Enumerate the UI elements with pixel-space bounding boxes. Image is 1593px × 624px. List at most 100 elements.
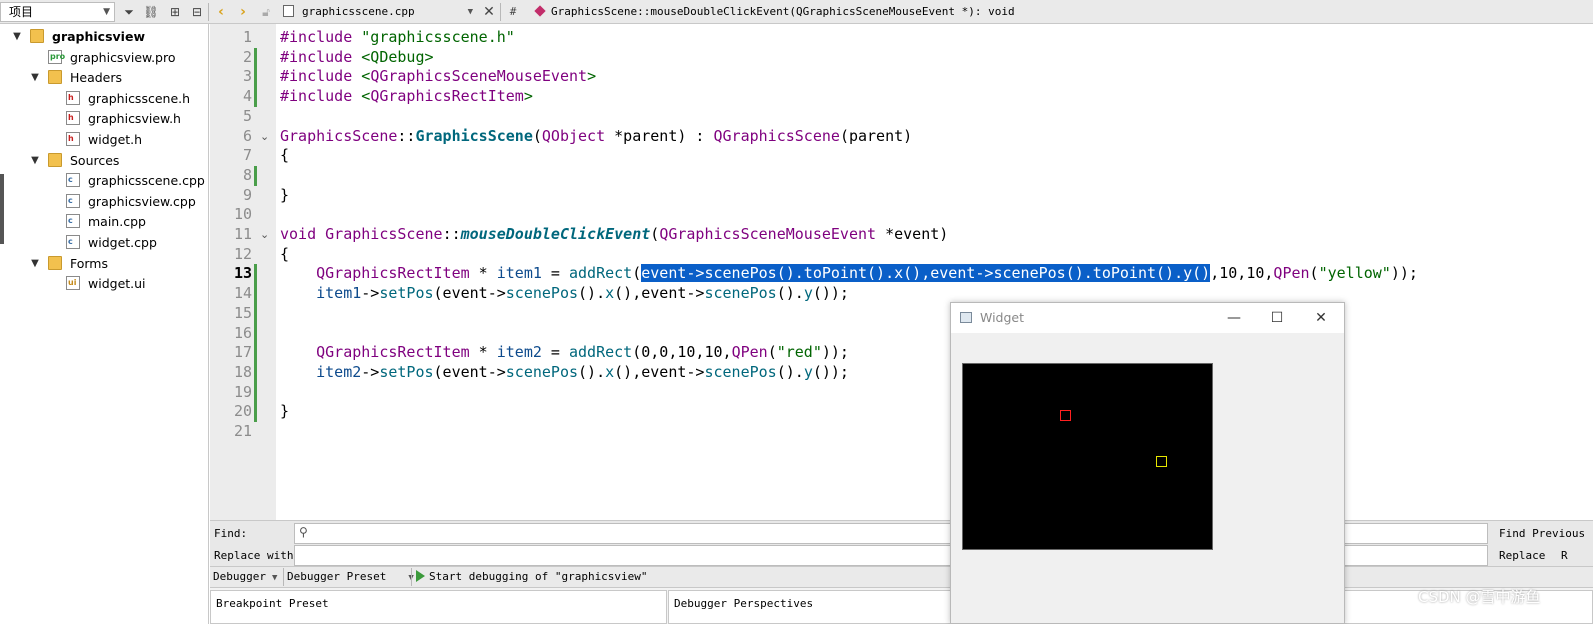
code-line[interactable]: #include <QGraphicsRectItem> xyxy=(280,87,533,107)
line-number: 12 xyxy=(233,244,252,263)
expand-arrow-icon[interactable]: ▼ xyxy=(10,27,24,47)
code-line[interactable]: QGraphicsRectItem * item1 = addRect(even… xyxy=(280,264,1418,284)
widget-window: Widget — ☐ ✕ xyxy=(950,302,1345,624)
file-type-glyph: ui xyxy=(68,278,77,288)
cpp-file-icon xyxy=(283,5,294,17)
line-number: 1 xyxy=(242,28,252,46)
code-line[interactable]: item2->setPos(event->scenePos().x(),even… xyxy=(280,363,849,383)
modified-line-marker xyxy=(254,264,257,422)
tree-item-graphicsview-h[interactable]: h graphicsview.h xyxy=(66,109,181,129)
csdn-watermark: CSDN @雪中游鱼 xyxy=(1418,588,1541,606)
tree-item-sources[interactable]: ▼ Sources xyxy=(31,151,120,171)
file-type-glyph: h xyxy=(68,134,74,143)
close-sidebar-icon[interactable]: ⊟ xyxy=(188,3,206,21)
expand-arrow-icon[interactable]: ▼ xyxy=(28,151,42,171)
tree-item-graphicsview[interactable]: ▼ graphicsview xyxy=(13,27,145,47)
tree-item-widget-ui[interactable]: ui widget.ui xyxy=(66,274,146,294)
code-line[interactable]: GraphicsScene::GraphicsScene(QObject *pa… xyxy=(280,127,912,147)
code-line[interactable]: { xyxy=(280,146,289,166)
code-line[interactable]: } xyxy=(280,402,289,422)
forward-arrow-icon[interactable]: › xyxy=(234,3,252,21)
open-file-selector[interactable]: graphicsscene.cpp ▼ xyxy=(283,2,477,22)
cpp-file-icon: c xyxy=(66,214,80,229)
link-icon[interactable]: ⛓ xyxy=(142,3,160,21)
debugger-selector[interactable]: Debugger ▼ xyxy=(213,567,277,587)
line-number: 7 xyxy=(242,146,252,165)
cpp-file-icon: c xyxy=(66,173,80,188)
tree-item-graphicsview-cpp[interactable]: c graphicsview.cpp xyxy=(66,192,196,212)
line-number: 15 xyxy=(233,303,252,322)
code-editor[interactable]: 1 2 3 4 5 6 ⌄ 7 8 9 10 11 ⌄ 12 13 14 15 16 17 18 19 20 21 #inc… xyxy=(210,24,1593,520)
line-number: 13 xyxy=(233,264,252,283)
replace-button[interactable]: Replace xyxy=(1499,549,1545,562)
find-previous-button[interactable]: Find Previous xyxy=(1499,527,1585,540)
tree-item-label: widget.cpp xyxy=(88,235,157,250)
h-file-icon: h xyxy=(66,132,80,146)
back-arrow-icon[interactable]: ‹ xyxy=(212,3,230,21)
replace-label: Replace with: xyxy=(214,549,301,562)
fold-marker-icon[interactable]: ⌄ xyxy=(260,127,269,147)
maximize-button[interactable]: ☐ xyxy=(1262,307,1292,329)
debugger-preset-selector[interactable]: Debugger Preset▼ xyxy=(287,567,414,587)
h-file-icon: h xyxy=(66,90,80,105)
widget-title-bar[interactable]: Widget — ☐ ✕ xyxy=(951,303,1344,333)
yellow-rect-item xyxy=(1156,456,1167,467)
separator xyxy=(208,3,209,21)
filter-icon[interactable]: ⏷ xyxy=(120,3,138,21)
line-number: 11 xyxy=(233,225,252,243)
cpp-file-icon: c xyxy=(66,193,80,208)
symbol-selector[interactable]: GraphicsScene::mouseDoubleClickEvent(QGr… xyxy=(530,2,1015,22)
code-line[interactable]: #include "graphicsscene.h" xyxy=(280,28,515,48)
tree-item-widget-cpp[interactable]: c widget.cpp xyxy=(66,233,157,253)
close-document-icon[interactable]: ✕ xyxy=(480,3,498,21)
code-line[interactable]: item1->setPos(event->scenePos().x(),even… xyxy=(280,284,849,304)
start-debugging-button[interactable]: Start debugging of "graphicsview" xyxy=(416,567,648,587)
hash-label: # xyxy=(509,5,517,18)
line-number: 3 xyxy=(242,67,252,86)
file-type-glyph: c xyxy=(68,175,73,185)
tree-item-graphicsview-pro[interactable]: pro graphicsview.pro xyxy=(48,48,176,68)
debugger-preset-label: Debugger Preset xyxy=(287,570,387,583)
code-line[interactable]: { xyxy=(280,245,289,265)
tree-item-widget-h[interactable]: h widget.h xyxy=(66,130,142,150)
line-number: 4 xyxy=(242,87,252,106)
line-number: 14 xyxy=(233,284,252,303)
file-type-glyph: h xyxy=(68,92,74,102)
find-replace-bar: Find: ⚲ Find Previous Replace with: Repl… xyxy=(210,520,1593,566)
line-number: 6 xyxy=(242,126,252,145)
tree-item-label: Headers xyxy=(70,70,123,86)
splitter-handle[interactable] xyxy=(0,174,4,244)
expand-arrow-icon[interactable]: ▼ xyxy=(28,68,42,88)
breakpoint-preset-panel: Breakpoint Preset xyxy=(210,590,667,624)
graphics-view[interactable] xyxy=(962,363,1213,550)
tree-item-forms[interactable]: ▼ Forms xyxy=(31,254,109,274)
expand-arrow-icon[interactable]: ▼ xyxy=(28,254,42,274)
tree-item-graphicsscene-cpp[interactable]: c graphicsscene.cpp xyxy=(66,171,205,191)
minimize-button[interactable]: — xyxy=(1219,307,1249,329)
tree-item-label: widget.h xyxy=(88,132,143,147)
chevron-down-icon: ▼ xyxy=(103,7,110,17)
tree-item-label: main.cpp xyxy=(88,214,146,230)
tree-item-main-cpp[interactable]: c main.cpp xyxy=(66,212,146,232)
tree-item-graphicsscene-h[interactable]: h graphicsscene.h xyxy=(66,89,190,109)
tree-item-headers[interactable]: ▼ Headers xyxy=(31,68,123,88)
replace-all-button[interactable]: R xyxy=(1561,549,1568,562)
debugger-perspectives-title: Debugger Perspectives xyxy=(674,597,814,610)
separator xyxy=(500,3,501,21)
code-line[interactable]: void GraphicsScene::mouseDoubleClickEven… xyxy=(280,225,948,245)
widget-title: Widget xyxy=(980,310,1025,325)
code-line[interactable]: } xyxy=(280,186,289,206)
close-button[interactable]: ✕ xyxy=(1306,307,1336,329)
tree-item-label: Forms xyxy=(70,255,109,271)
fold-marker-icon[interactable]: ⌄ xyxy=(260,225,269,245)
split-icon[interactable]: ⊞ xyxy=(166,3,184,21)
red-rect-item xyxy=(1060,410,1071,421)
project-view-selector[interactable]: 项目 ▼ xyxy=(0,2,115,22)
code-line[interactable]: #include <QDebug> xyxy=(280,48,434,68)
code-line[interactable]: QGraphicsRectItem * item2 = addRect(0,0,… xyxy=(280,343,849,363)
search-icon: ⚲ xyxy=(299,525,308,539)
breakpoint-preset-title: Breakpoint Preset xyxy=(216,597,329,610)
folder-icon xyxy=(48,70,62,85)
tree-item-label: Sources xyxy=(70,152,120,168)
code-line[interactable]: #include <QGraphicsSceneMouseEvent> xyxy=(280,67,596,87)
